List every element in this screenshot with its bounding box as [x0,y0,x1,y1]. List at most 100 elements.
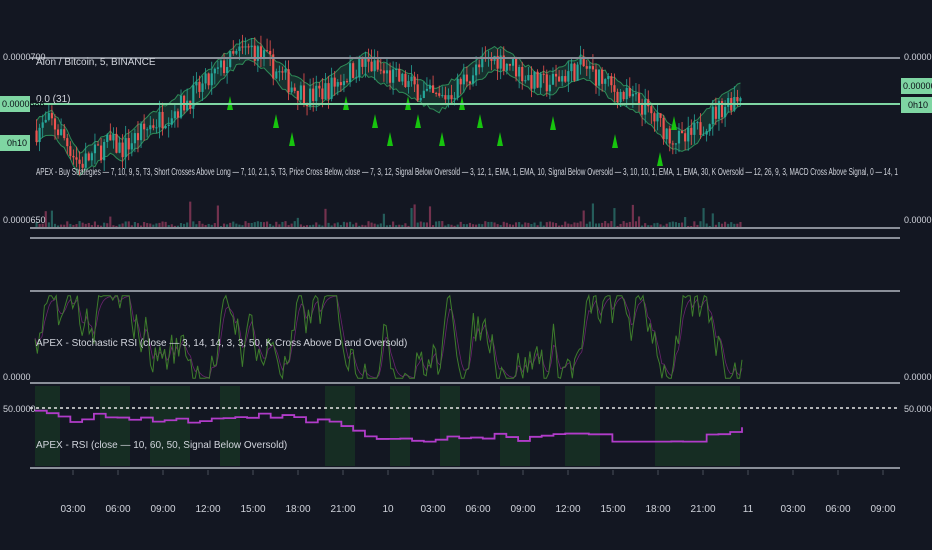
candle-body [564,76,567,82]
volume-bar [235,223,238,227]
candle-body [170,118,173,125]
candle-body [44,119,47,123]
volume-bar [143,222,146,227]
candle-body [53,118,57,130]
volume-bar [281,221,284,227]
rsi-oversold-shade [565,386,600,466]
volume-bar [244,221,247,227]
volume-bar [385,225,389,227]
candle-body [63,129,66,139]
volume-bar [539,221,542,227]
volume-bar [505,222,508,227]
candle-body [152,125,155,128]
volume-bar [518,222,521,227]
time-axis-label: 09:00 [870,504,895,515]
candle-body [401,73,404,82]
candle-body [607,76,610,80]
candle-body [352,63,355,78]
volume-bar [671,221,674,227]
candle-body [604,79,607,84]
candle-body [536,71,539,88]
candle-body [653,113,656,122]
left-price-label-2: 0.0000686 [2,99,45,109]
candle-body [266,50,269,52]
volume-bar [490,221,493,227]
candle-body [724,106,727,118]
volume-bar [87,222,90,227]
candle-body [594,69,598,86]
candle-body [481,57,484,68]
volume-bar [109,216,112,227]
candle-body [671,143,674,145]
candle-body [668,128,671,144]
volume-bar [478,223,481,227]
volume-bar [622,221,625,227]
volume-bar [561,224,564,227]
candle-body [508,63,511,66]
volume-bar [269,223,272,227]
volume-bar [416,222,419,227]
volume-bar [702,208,705,227]
left-price-label-4: 0.0000650 [3,215,46,225]
volume-bar [551,222,555,227]
candle-body [705,131,708,135]
candle-body [376,60,379,70]
volume-bar [130,225,133,227]
candle-body [173,111,176,119]
candle-body [527,75,530,81]
volume-bar [204,224,207,227]
candle-body [235,50,238,54]
candle-body [50,113,53,119]
candle-body [127,138,130,150]
candle-body [379,69,382,71]
volume-bar [336,222,339,227]
candle-body [96,144,100,146]
volume-bar [392,221,395,227]
candle-body [161,111,164,129]
candle-body [567,71,570,82]
candle-body [115,134,118,153]
volume-bar [727,223,730,227]
volume-bar [183,223,186,227]
volume-bar [435,221,438,227]
time-axis-label: 21:00 [690,504,715,515]
candle-body [361,58,364,67]
volume-bar [730,222,733,227]
volume-bar [124,221,127,227]
candle-body [468,81,472,84]
volume-bar [616,225,619,227]
candle-body [210,73,213,86]
volume-bar [118,224,121,227]
candle-body [345,81,349,83]
candle-body [333,77,336,87]
candle-body [112,134,115,141]
time-axis-label: 18:00 [285,504,310,515]
volume-bar [554,223,558,227]
candle-body [530,75,533,89]
candle-body [656,113,659,122]
volume-bar [78,221,81,227]
volume-bar [573,222,576,227]
candle-body [404,73,407,88]
candle-body [398,68,401,82]
candle-body [597,69,601,86]
volume-bar [496,224,499,227]
candle-body [219,60,223,68]
volume-bar [84,223,87,227]
candle-body [687,127,690,142]
candle-body [407,81,410,88]
candle-body [146,129,149,131]
candle-body [576,64,579,81]
candle-body [155,127,158,129]
volume-bar [370,222,373,227]
volume-bar [530,223,533,227]
volume-bar [631,204,634,227]
candle-body [441,95,444,97]
candle-body [628,87,631,97]
time-axis-label: 09:00 [150,504,175,515]
left-price-label-3: 0h10 [7,138,27,148]
stoch-rsi-label: APEX - Stochastic RSI (close — 3, 14, 14… [36,338,407,349]
candle-body [696,122,699,124]
candle-body [133,133,136,144]
volume-bar [499,225,502,227]
